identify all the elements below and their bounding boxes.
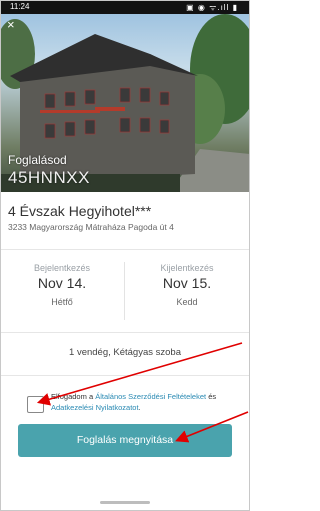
status-time: 11:24 bbox=[10, 2, 30, 11]
dates-panel: Bejelentkezés Nov 14. Hétfő Kijelentkezé… bbox=[0, 249, 250, 333]
consent-text: Elfogadom a Általános Szerződési Feltéte… bbox=[51, 391, 241, 413]
hotel-photo: Foglalásod 45HNNXX bbox=[0, 14, 250, 192]
booking-label: Foglalásod bbox=[8, 153, 67, 167]
terms-link[interactable]: Általános Szerződési Feltételeket bbox=[95, 392, 206, 401]
privacy-link[interactable]: Adatkezelési Nyilatkozatot bbox=[51, 403, 139, 412]
consent-prefix: Elfogadom a bbox=[51, 392, 96, 401]
checkin-day: Hétfő bbox=[51, 297, 73, 307]
checkout-day: Kedd bbox=[176, 297, 198, 307]
close-icon[interactable]: × bbox=[7, 18, 15, 31]
checkin-column: Bejelentkezés Nov 14. Hétfő bbox=[0, 250, 124, 332]
home-indicator bbox=[100, 501, 150, 504]
checkout-label: Kijelentkezés bbox=[160, 263, 214, 273]
checkout-column: Kijelentkezés Nov 15. Kedd bbox=[125, 250, 249, 332]
checkin-date: Nov 14. bbox=[37, 275, 87, 291]
hotel-name: 4 Évszak Hegyihotel*** bbox=[8, 203, 152, 219]
status-icons: ▣ ◉ ᯤ.ıll ▮ bbox=[186, 3, 238, 12]
status-bar: 11:24 ▣ ◉ ᯤ.ıll ▮ bbox=[0, 0, 250, 14]
open-booking-button[interactable]: Foglalás megnyitása bbox=[18, 424, 232, 457]
hotel-address: 3233 Magyarország Mátraháza Pagoda út 4 bbox=[8, 222, 174, 232]
checkout-date: Nov 15. bbox=[162, 275, 212, 291]
checkin-label: Bejelentkezés bbox=[33, 263, 91, 273]
guests-room-summary: 1 vendég, Kétágyas szoba bbox=[0, 331, 250, 376]
booking-code: 45HNNXX bbox=[8, 168, 90, 187]
consent-suffix: . bbox=[138, 403, 141, 412]
consent-middle: és bbox=[206, 392, 217, 401]
terms-checkbox[interactable] bbox=[27, 396, 44, 413]
